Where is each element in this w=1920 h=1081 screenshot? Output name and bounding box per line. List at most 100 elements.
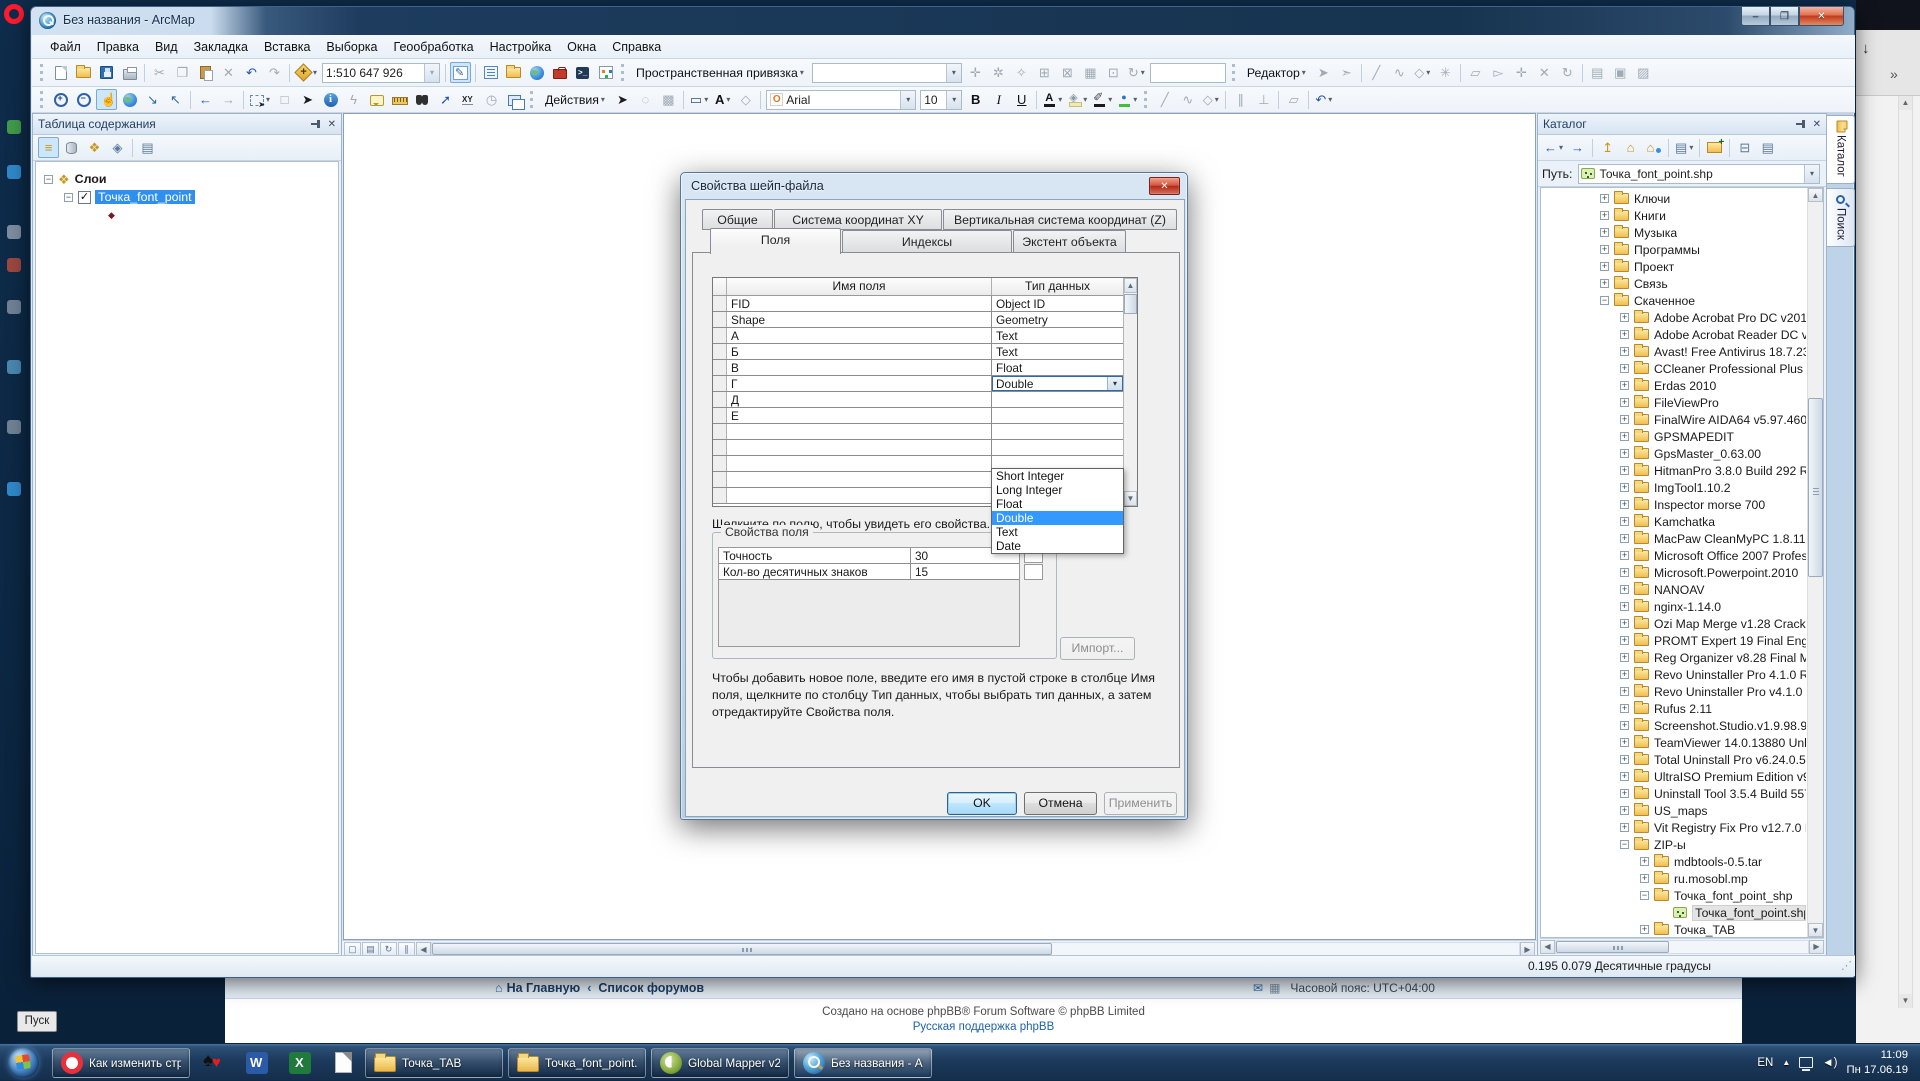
dialog-tab-general[interactable]: Общие [702, 209, 773, 230]
home-folder-icon[interactable]: ⌂ [1620, 137, 1641, 158]
dock-tab-search[interactable]: Поиск [1827, 188, 1855, 247]
zoom-to-link-icon[interactable]: ⊞ [1034, 62, 1055, 83]
catalog-tree-item[interactable]: +GpsMaster_0.63.00 [1541, 445, 1806, 462]
snapping-tool-icon[interactable] [450, 62, 471, 83]
viewer-window-icon[interactable] [504, 89, 525, 110]
field-name-cell[interactable]: Shape [727, 312, 992, 327]
row-selector-cell[interactable] [713, 408, 727, 423]
toolbar-grip[interactable] [621, 64, 626, 81]
contents-view-icon[interactable]: ▤▾ [1673, 137, 1695, 158]
data-type-combo[interactable]: Double▾ [992, 376, 1123, 391]
tree-item-label[interactable]: Microsoft Office 2007 Professi [1654, 549, 1806, 563]
tree-item-label[interactable]: Revo Uninstaller Pro 4.1.0 ReP. [1654, 668, 1806, 682]
arc-segment-icon[interactable]: ∿ [1389, 62, 1410, 83]
dialog-tab-xy-coordinate-system[interactable]: Система координат XY [774, 209, 942, 230]
expand-icon[interactable]: + [1620, 568, 1629, 577]
catalog-window-icon[interactable] [503, 62, 524, 83]
tree-item-label[interactable]: PROMT Expert 19 Final Eng_Ru [1654, 634, 1806, 648]
scroll-down-icon[interactable]: ▼ [1124, 491, 1137, 506]
taskbar-folder-tochka-tab[interactable]: Точка_TAB [365, 1048, 503, 1078]
data-type-cell[interactable]: Float [992, 360, 1123, 375]
find-icon[interactable] [412, 89, 433, 110]
property-label-cell[interactable]: Кол-во десятичных знаков [719, 564, 911, 579]
row-selector-cell[interactable] [713, 472, 727, 487]
expand-icon[interactable]: + [1620, 347, 1629, 356]
tree-item-label[interactable]: mdbtools-0.5.tar [1674, 855, 1762, 869]
property-value-cell[interactable]: 15 [911, 564, 1019, 579]
expand-icon[interactable]: + [1640, 874, 1649, 883]
import-button[interactable]: Импорт... [1060, 637, 1135, 660]
download-icon[interactable]: ↓ [1862, 40, 1870, 57]
expand-icon[interactable]: + [1600, 194, 1609, 203]
dropdown-caret-icon[interactable]: ▾ [1302, 68, 1306, 77]
trace-tool-icon[interactable]: ◇▾ [1412, 62, 1433, 83]
taskbar-word[interactable] [238, 1048, 276, 1078]
expand-icon[interactable]: + [1600, 211, 1609, 220]
row-selector-cell[interactable] [713, 424, 727, 439]
tree-item-label[interactable]: Точка_TAB [1674, 923, 1735, 937]
modify-feature-icon[interactable]: ↻ [1557, 62, 1578, 83]
catalog-tree-item[interactable]: +ru.mosobl.mp [1541, 870, 1806, 887]
catalog-tree-item[interactable]: +US_maps [1541, 802, 1806, 819]
forums-link[interactable]: Список форумов [598, 981, 704, 995]
new-shape-icon[interactable]: ◇▾ [1200, 89, 1221, 110]
expand-icon[interactable]: + [1620, 687, 1629, 696]
expand-icon[interactable]: + [1620, 636, 1629, 645]
row-selector-cell[interactable] [713, 456, 727, 471]
catalog-tree-item[interactable]: +GPSMAPEDIT [1541, 428, 1806, 445]
toc-options-icon[interactable]: ▤ [137, 137, 158, 158]
catalog-tree-item[interactable]: +Adobe Acrobat Reader DC v20 [1541, 326, 1806, 343]
open-map-icon[interactable] [73, 62, 94, 83]
catalog-tree-item[interactable]: +Adobe Acrobat Pro DC v2019. [1541, 309, 1806, 326]
vscroll-thumb[interactable] [1124, 294, 1137, 314]
tree-item-label[interactable]: TeamViewer 14.0.13880 Unlim [1654, 736, 1806, 750]
catalog-tree-item[interactable]: +TeamViewer 14.0.13880 Unlim [1541, 734, 1806, 751]
full-extent-icon[interactable] [119, 89, 140, 110]
edit-annotation-tool-icon[interactable]: ➣ [1336, 62, 1357, 83]
catalog-tree-item[interactable]: +CCleaner Professional Plus v5. [1541, 360, 1806, 377]
sketch-properties-icon[interactable]: ▣ [1610, 62, 1631, 83]
zoom-out-icon[interactable] [73, 89, 94, 110]
sidebar-icon[interactable] [7, 165, 21, 179]
hscroll-thumb[interactable] [1556, 941, 1669, 953]
clear-selection-icon[interactable]: □ [274, 89, 295, 110]
field-name-cell[interactable]: Д [727, 392, 992, 407]
dropdown-option[interactable]: Text [992, 525, 1123, 539]
tree-item-label[interactable]: Screenshot.Studio.v1.9.98.95.I [1654, 719, 1806, 733]
hyperlink-icon[interactable]: ϟ [343, 89, 364, 110]
expand-icon[interactable]: + [1600, 228, 1609, 237]
dropdown-option[interactable]: Date [992, 539, 1123, 553]
data-type-cell[interactable] [992, 440, 1123, 455]
row-selector-cell[interactable] [713, 392, 727, 407]
expand-icon[interactable]: + [1620, 602, 1629, 611]
property-label-cell[interactable]: Точность [719, 548, 911, 563]
tray-expand-icon[interactable]: ▲ [1782, 1058, 1790, 1067]
field-name-cell[interactable]: Б [727, 344, 992, 359]
point-symbol-icon[interactable]: ◆ [108, 210, 115, 221]
layer-name[interactable]: Точка_font_point [95, 190, 195, 204]
expand-icon[interactable]: + [1620, 755, 1629, 764]
dropdown-caret-icon[interactable]: ▾ [601, 95, 605, 104]
list-by-selection-icon[interactable]: ◈ [107, 137, 128, 158]
catalog-tree-item[interactable]: +Проект [1541, 258, 1806, 275]
close-icon[interactable]: ✕ [1813, 119, 1821, 130]
dropdown-option[interactable]: Long Integer [992, 483, 1123, 497]
undo-icon[interactable]: ↶ [241, 62, 262, 83]
sidebar-icon[interactable] [7, 300, 21, 314]
catalog-tree-item[interactable]: +UltraISO Premium Edition v9.7 [1541, 768, 1806, 785]
tree-item-label[interactable]: Vit Registry Fix Pro v12.7.0 Fin [1654, 821, 1806, 835]
font-color-icon[interactable]: ▾ [1041, 89, 1064, 110]
dropdown-caret-icon[interactable]: ▾ [1108, 95, 1112, 104]
tree-item-label[interactable]: Точка_font_point.shp [1692, 905, 1806, 921]
search-window-icon[interactable] [526, 62, 547, 83]
menu-item[interactable]: Выборка [318, 37, 385, 57]
expand-icon[interactable]: + [1620, 585, 1629, 594]
list-by-source-icon[interactable] [61, 137, 82, 158]
field-name-cell[interactable]: FID [727, 296, 992, 311]
catalog-vscrollbar[interactable]: ▲ ▼ [1807, 188, 1823, 937]
expand-icon[interactable]: + [1620, 772, 1629, 781]
catalog-tree-item[interactable]: +nginx-1.14.0 [1541, 598, 1806, 615]
catalog-tree-item[interactable]: +Revo Uninstaller Pro 4.1.0 ReP. [1541, 666, 1806, 683]
expand-icon[interactable]: + [1620, 398, 1629, 407]
catalog-tree-item[interactable]: +Книги [1541, 207, 1806, 224]
